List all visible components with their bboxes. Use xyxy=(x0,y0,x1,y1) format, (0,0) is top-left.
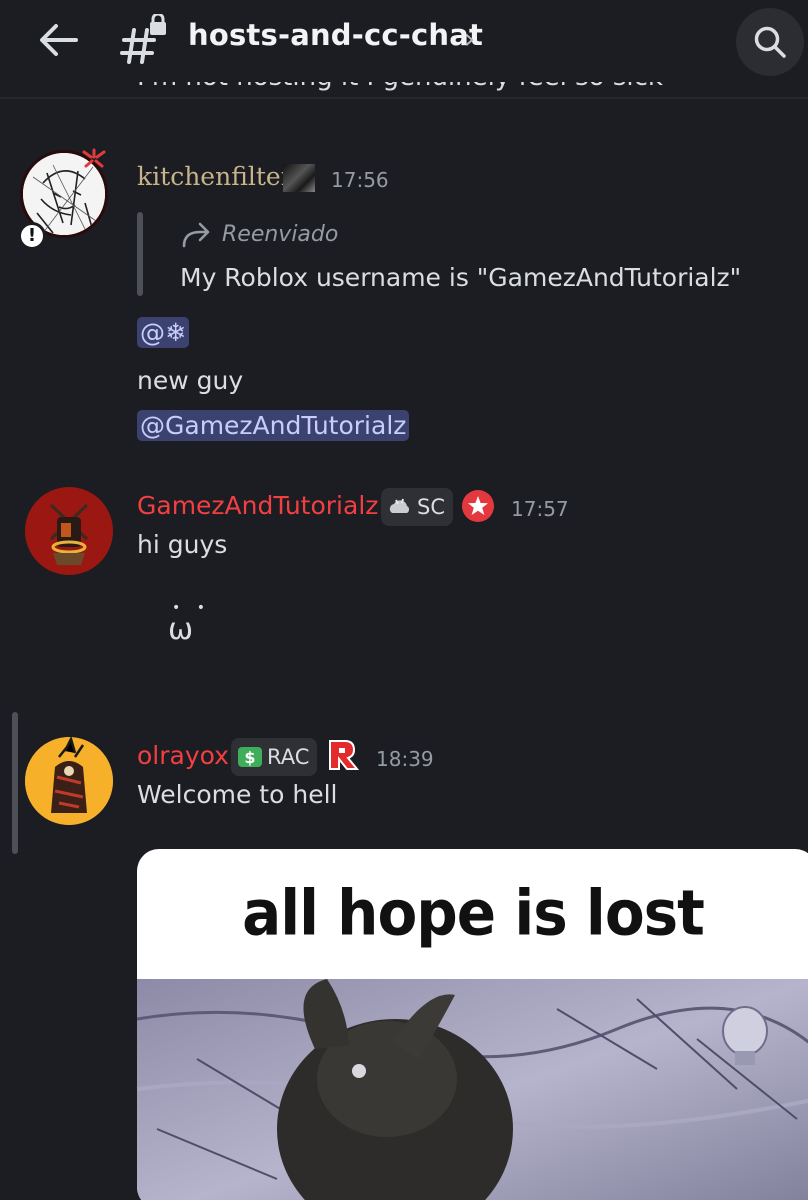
forwarded-message-text: My Roblox username is "GamezAndTutorialz… xyxy=(180,263,742,292)
status-alert-icon: ! xyxy=(18,222,46,250)
channel-header: hosts-and-cc-chat › xyxy=(0,0,808,80)
header-divider xyxy=(0,97,808,99)
message-timestamp: 17:57 xyxy=(511,497,569,521)
warrior-avatar-image xyxy=(25,737,113,825)
guild-tag-rac[interactable]: $ RAC xyxy=(231,738,318,776)
locked-hash-icon xyxy=(120,12,172,66)
message-text: hi guys xyxy=(137,530,228,559)
chevron-right-icon[interactable]: › xyxy=(464,22,475,55)
username-kitchenfilter[interactable]: kitchenfilter xyxy=(137,162,293,191)
knight-avatar-image xyxy=(25,487,113,575)
channel-name[interactable]: hosts-and-cc-chat xyxy=(188,18,483,52)
arrow-left-icon xyxy=(40,24,78,56)
message-text: new guy xyxy=(137,366,244,395)
star-badge-icon xyxy=(462,490,494,522)
svg-text:$: $ xyxy=(244,748,255,767)
search-icon xyxy=(754,26,786,58)
meme-caption: all hope is lost xyxy=(242,876,705,950)
message-timestamp: 17:56 xyxy=(331,168,389,192)
money-icon: $ xyxy=(238,747,262,767)
unread-indicator xyxy=(12,712,18,854)
forwarded-label: Reenviado xyxy=(222,222,339,247)
user-mention[interactable]: @GamezAndTutorialz xyxy=(137,410,410,441)
emoticon-text: • • ω xyxy=(168,600,211,647)
anger-icon xyxy=(82,148,106,170)
message-timestamp: 18:39 xyxy=(376,747,434,771)
forward-arrow-icon xyxy=(180,220,212,252)
avatar-olrayox[interactable] xyxy=(25,737,113,825)
forward-quote-bar xyxy=(137,212,143,296)
search-button[interactable] xyxy=(736,8,804,76)
cloud-icon xyxy=(389,498,410,513)
image-attachment[interactable]: all hope is lost xyxy=(137,849,808,1200)
message-text: Welcome to hell xyxy=(137,780,338,809)
guild-tag-label: RAC xyxy=(267,745,310,769)
username-gamezandtutorialz[interactable]: GamezAndTutorialz xyxy=(137,491,378,520)
avatar-gamezandtutorialz[interactable] xyxy=(25,487,113,575)
role-mention[interactable]: @❄ xyxy=(137,317,189,348)
roblox-badge-icon xyxy=(327,739,360,771)
guild-tag-sc[interactable]: SC xyxy=(381,488,453,526)
partial-message-text: I'm not hosting it I genuinely feel so s… xyxy=(137,82,663,96)
back-button[interactable] xyxy=(36,18,82,62)
guild-tag-label: SC xyxy=(417,495,445,519)
username-olrayox[interactable]: olrayox xyxy=(137,741,229,770)
user-badge-icon xyxy=(283,164,315,192)
rabbit-photo-image xyxy=(137,979,808,1200)
